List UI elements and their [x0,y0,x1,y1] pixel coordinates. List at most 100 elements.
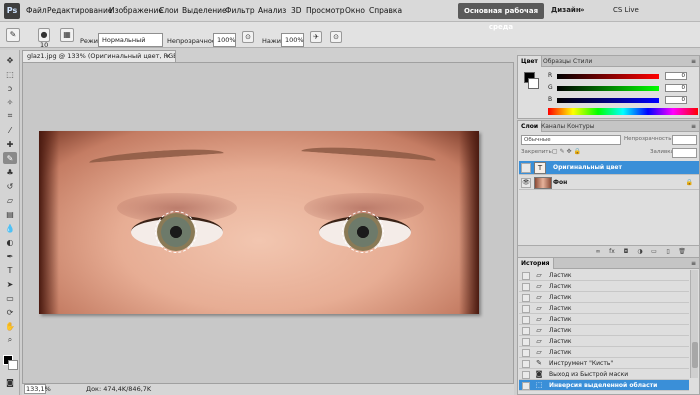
3d-rotate-tool-icon[interactable]: ⟳ [3,306,17,318]
eyes-photo[interactable] [39,131,479,314]
brush-tool-icon[interactable]: ✎ [3,152,17,164]
history-snapshot-box[interactable] [522,338,530,346]
menu-file[interactable]: Файл [26,6,47,15]
menu-filter[interactable]: Фильтр [225,6,255,15]
adjustment-layer-icon[interactable]: ◑ [636,248,644,256]
history-item[interactable]: ▱ Ластик [519,314,689,325]
tab-swatches[interactable]: Образцы [540,56,574,67]
red-value[interactable]: 0 [665,72,687,80]
close-document-icon[interactable]: × [166,51,171,62]
layer-row[interactable]: 👁 Фон 🔒 [519,176,699,190]
history-snapshot-box[interactable] [522,327,530,335]
tab-history[interactable]: История [518,258,554,269]
marquee-tool-icon[interactable]: ⬚ [3,68,17,80]
history-snapshot-box[interactable] [522,294,530,302]
document-tab[interactable]: glaz1.jpg @ 133% (Оригинальный цвет, RGB… [22,50,176,62]
link-layers-icon[interactable]: ∞ [594,248,602,256]
history-item[interactable]: ◙ Выход из Быстрой маски [519,369,689,380]
gradient-tool-icon[interactable]: ▤ [3,208,17,220]
status-doc-size[interactable]: Док: 474,4K/846,7K [86,384,151,395]
tab-paths[interactable]: Контуры [564,121,597,132]
blur-tool-icon[interactable]: 💧 [3,222,17,234]
menu-window[interactable]: Окно [345,6,365,15]
color-spectrum-bar[interactable] [548,108,698,115]
panel-background-swatch[interactable] [528,78,539,89]
move-tool-icon[interactable]: ✥ [3,54,17,66]
hand-tool-icon[interactable]: ✋ [3,320,17,332]
quick-select-tool-icon[interactable]: ✧ [3,96,17,108]
history-snapshot-box[interactable] [522,272,530,280]
lasso-tool-icon[interactable]: ↄ [3,82,17,94]
history-item[interactable]: ▱ Ластик [519,347,689,358]
menu-analysis[interactable]: Анализ [258,6,286,15]
menu-edit[interactable]: Редактирование [47,6,112,15]
eyedropper-tool-icon[interactable]: ⁄ [3,124,17,136]
healing-tool-icon[interactable]: ✚ [3,138,17,150]
menu-3d[interactable]: 3D [291,6,302,15]
new-layer-icon[interactable]: ▯ [664,248,672,256]
cs-live-button[interactable]: CS Live [613,6,639,14]
red-slider[interactable] [557,74,659,79]
brush-panel-toggle-icon[interactable]: ▦ [60,28,74,42]
airbrush-icon[interactable]: ✈ [310,31,322,43]
history-snapshot-box[interactable] [522,305,530,313]
history-item[interactable]: ▱ Ластик [519,270,689,281]
history-snapshot-box[interactable] [522,316,530,324]
layer-style-icon[interactable]: fx [608,248,616,256]
history-snapshot-box[interactable] [522,382,530,390]
history-item[interactable]: ✎ Инструмент "Кисть" [519,358,689,369]
status-zoom-field[interactable]: 133,1% [24,384,51,394]
canvas-area[interactable] [22,62,514,384]
background-color-swatch[interactable] [8,360,18,370]
mode-select[interactable]: Нормальный [98,33,163,47]
clone-stamp-tool-icon[interactable]: ♣ [3,166,17,178]
pressure-field[interactable]: 100% [281,33,304,47]
menu-select[interactable]: Выделение [182,6,227,15]
layer-name[interactable]: Оригинальный цвет [553,164,622,171]
crop-tool-icon[interactable]: ⌗ [3,110,17,122]
history-panel-menu-icon[interactable]: ≡ [691,258,696,269]
blue-slider[interactable] [557,98,659,103]
menu-help[interactable]: Справка [369,6,402,15]
history-scroll-thumb[interactable] [692,342,698,368]
tab-color[interactable]: Цвет [518,56,542,67]
fill-field[interactable] [672,148,697,158]
history-scrollbar[interactable] [690,270,698,378]
history-brush-tool-icon[interactable]: ↺ [3,180,17,192]
tab-styles[interactable]: Стили [570,56,595,67]
layers-panel-menu-icon[interactable]: ≡ [691,121,696,132]
history-item[interactable]: ⬚ Инверсия выделенной области [519,380,689,391]
menu-layers[interactable]: Слои [159,6,179,15]
zoom-tool-icon[interactable]: ⌕ [3,334,17,346]
brush-tool-icon[interactable]: ✎ [6,28,20,42]
history-item[interactable]: ▱ Ластик [519,281,689,292]
workspace-design-button[interactable]: Дизайн [551,6,581,14]
workspace-more-button[interactable]: » [580,6,585,14]
history-item[interactable]: ▱ Ластик [519,292,689,303]
history-item[interactable]: ▱ Ластик [519,303,689,314]
menu-view[interactable]: Просмотр [306,6,345,15]
quick-mask-icon[interactable]: ◙ [3,376,17,388]
layer-row[interactable]: T Оригинальный цвет [519,161,699,175]
tablet-size-icon[interactable]: ⊙ [330,31,342,43]
delete-layer-icon[interactable]: 🗑 [678,248,686,256]
history-snapshot-box[interactable] [522,371,530,379]
layer-mask-icon[interactable]: ◘ [622,248,630,256]
pen-tool-icon[interactable]: ✒ [3,250,17,262]
workspace-essentials-button[interactable]: Основная рабочая среда [458,3,544,31]
green-slider[interactable] [557,86,659,91]
brush-preset-picker[interactable]: ● [38,28,50,42]
lock-icons[interactable]: ▢ ✎ ✥ 🔒 [552,148,581,155]
history-item[interactable]: ▱ Ластик [519,325,689,336]
tablet-opacity-icon[interactable]: ⊙ [242,31,254,43]
opacity-field[interactable]: 100% [213,33,236,47]
shape-tool-icon[interactable]: ▭ [3,292,17,304]
dodge-tool-icon[interactable]: ◐ [3,236,17,248]
history-snapshot-box[interactable] [522,283,530,291]
layer-visibility-toggle[interactable] [521,163,531,173]
layer-opacity-field[interactable] [672,135,697,145]
history-snapshot-box[interactable] [522,349,530,357]
history-snapshot-box[interactable] [522,360,530,368]
path-select-tool-icon[interactable]: ➤ [3,278,17,290]
blend-mode-select[interactable]: Обычные [521,135,621,145]
